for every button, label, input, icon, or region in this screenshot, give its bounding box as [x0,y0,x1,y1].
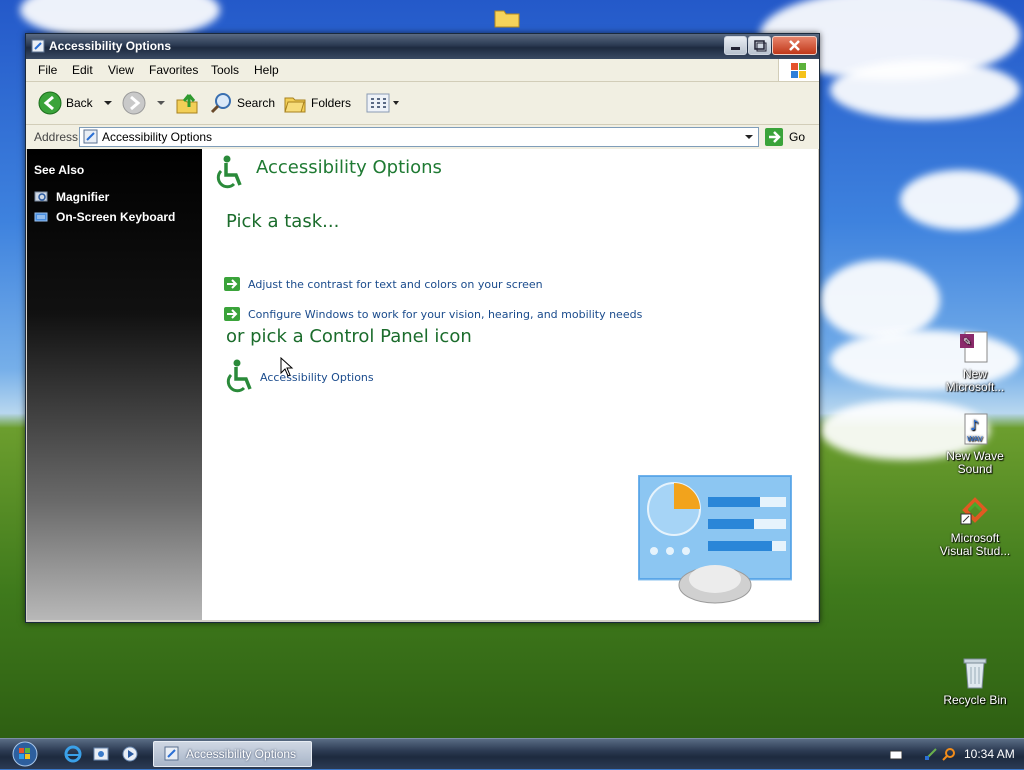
task-arrow-icon [224,307,240,321]
menu-bar: File Edit View Favorites Tools Help [26,59,819,82]
visual-studio-icon [959,494,991,528]
sidebar-item-label: Magnifier [56,190,110,204]
desktop-icon-visual-studio[interactable]: Microsoft Visual Stud... [935,494,1015,558]
accessibility-icon [226,359,252,393]
taskbar-button-label: Accessibility Options [186,747,297,761]
sidebar-item-onscreen-keyboard[interactable]: On-Screen Keyboard [34,209,175,225]
address-bar: Address Accessibility Options Go [26,125,819,150]
go-arrow-icon [765,128,783,146]
see-also-pane: See Also Magnifier On-Screen Keyboard [27,149,202,620]
sidebar-item-label: On-Screen Keyboard [56,210,176,224]
windows-flag-icon [778,59,819,81]
explorer-quicklaunch-icon[interactable] [92,745,110,763]
task-link-contrast[interactable]: Adjust the contrast for text and colors … [224,277,543,291]
task-arrow-icon [224,277,240,291]
task-link-configure[interactable]: Configure Windows to work for your visio… [224,307,642,321]
wav-file-icon: ♪ WAV [959,412,991,446]
views-button[interactable] [366,91,400,115]
media-player-icon[interactable] [121,745,139,763]
maximize-button[interactable] [748,36,771,55]
menu-help[interactable]: Help [254,63,279,77]
magnifier-icon [34,191,48,202]
folders-label: Folders [311,96,352,110]
back-label: Back [66,96,93,110]
search-icon [210,93,231,114]
see-also-header: See Also [34,163,85,177]
taskbar: Accessibility Options 10:34 AM [0,738,1024,769]
cp-icon-accessibility[interactable]: Accessibility Options [222,359,374,395]
address-label: Address [34,130,79,144]
recycle-bin-icon [959,656,991,690]
sidebar-item-magnifier[interactable]: Magnifier [34,189,109,205]
control-panel-icon [31,39,45,53]
desktop-icon-recycle-bin[interactable]: Recycle Bin [935,656,1015,707]
keyboard-tray-icon[interactable] [890,750,902,760]
minimize-button[interactable] [724,36,747,55]
search-label: Search [237,96,276,110]
control-panel-watermark-icon [637,474,793,605]
desktop-icon-access-db[interactable]: ✎ New Microsoft... [935,330,1015,394]
clock: 10:34 AM [964,747,1015,761]
keyboard-icon [34,212,48,222]
windows-orb-icon [12,741,38,767]
go-button[interactable]: Go [765,127,805,147]
forward-button[interactable] [122,91,168,115]
chevron-down-icon[interactable] [101,98,115,108]
cp-icon-label: Accessibility Options [260,370,374,384]
address-input[interactable]: Accessibility Options [79,127,759,147]
svg-text:✎: ✎ [963,337,971,348]
menu-favorites[interactable]: Favorites [149,63,198,77]
internet-explorer-icon[interactable] [64,745,82,763]
toolbar: Back Search Folders [26,82,819,125]
desktop: ✎ New Microsoft... ♪ WAV New Wave Sound M… [0,0,1024,738]
accessibility-icon [216,155,242,189]
search-button[interactable]: Search [209,91,275,115]
taskbar-button-accessibility-options[interactable]: Accessibility Options [153,741,312,767]
desktop-icon-wav[interactable]: ♪ WAV New Wave Sound [935,412,1015,476]
mouse-cursor-icon [280,357,294,377]
up-folder-icon [176,94,198,114]
menu-edit[interactable]: Edit [72,63,93,77]
menu-view[interactable]: View [108,63,134,77]
desktop-icon-label-line1: Recycle Bin [943,693,1007,707]
desktop-icon-label-line2: Visual Stud... [939,544,1011,558]
views-grid-icon [366,93,399,113]
menu-tools[interactable]: Tools [211,63,239,77]
search-tray-icon[interactable] [942,747,956,761]
network-icon[interactable] [924,747,938,761]
folders-icon [284,97,306,113]
folders-button[interactable]: Folders [283,91,351,115]
control-panel-icon [164,746,179,761]
page-title: Accessibility Options [256,157,442,178]
icon-heading: or pick a Control Panel icon [226,326,472,347]
task-label: Configure Windows to work for your visio… [248,307,643,321]
desktop-icon-label-line2: Microsoft... [945,380,1005,394]
start-button[interactable] [8,741,42,767]
svg-text:♪: ♪ [970,418,979,434]
svg-text:WAV: WAV [967,435,983,443]
desktop-icon-label-line2: Sound [957,462,993,476]
explorer-window: Accessibility Options File Edit View Fav… [25,33,820,623]
task-heading: Pick a task... [226,211,340,232]
title-bar[interactable]: Accessibility Options [26,34,819,59]
content-pane: Accessibility Options Pick a task... Adj… [202,149,818,620]
chevron-down-icon[interactable] [154,98,168,108]
back-button[interactable]: Back [38,91,115,115]
back-arrow-icon [38,91,62,115]
forward-arrow-icon [122,91,146,115]
access-db-icon: ✎ [959,330,991,364]
menu-file[interactable]: File [38,63,57,77]
go-label: Go [789,130,806,144]
folder-icon[interactable] [494,6,520,28]
control-panel-icon [83,129,98,144]
address-value: Accessibility Options [102,130,213,144]
task-label: Adjust the contrast for text and colors … [248,277,543,291]
close-button[interactable] [772,36,817,55]
up-folder-button[interactable] [175,91,199,115]
chevron-down-icon[interactable] [742,129,756,145]
window-title: Accessibility Options [49,39,172,53]
